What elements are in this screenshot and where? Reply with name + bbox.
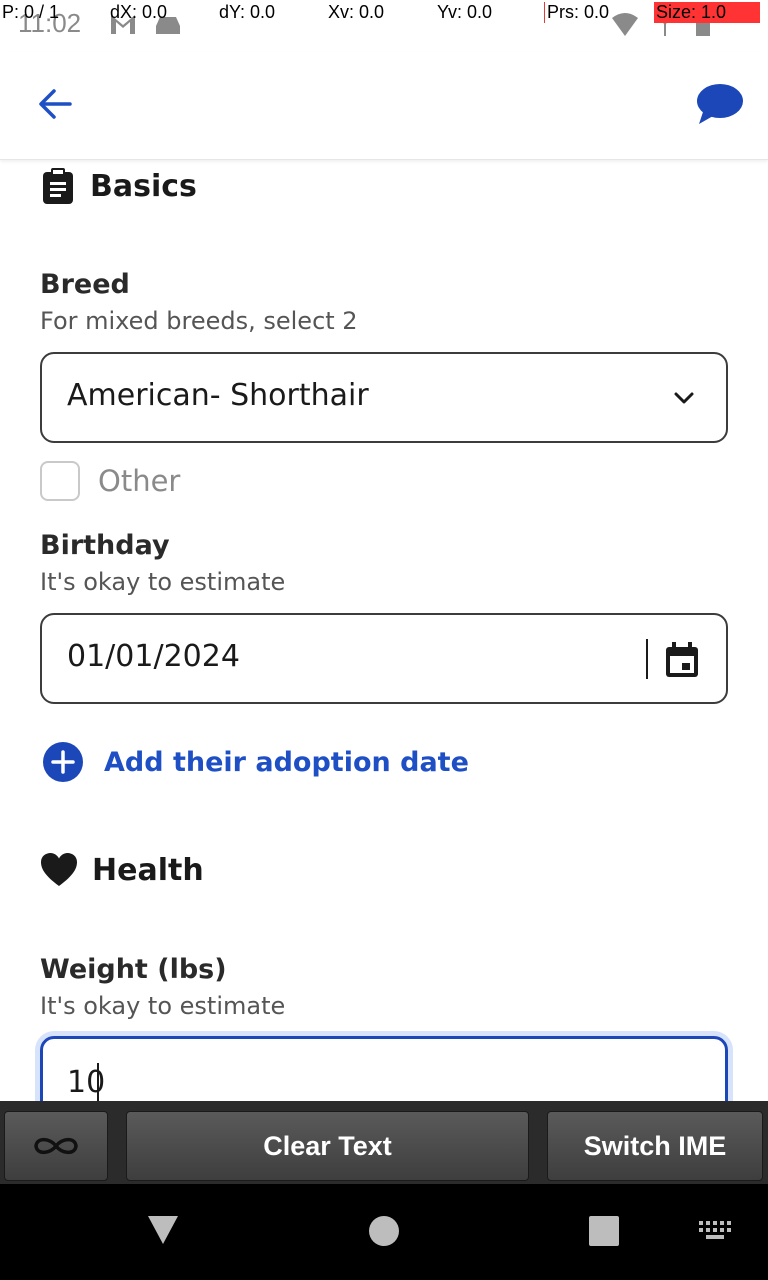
nav-home-icon[interactable] (368, 1215, 400, 1247)
text-caret (97, 1063, 99, 1101)
other-checkbox-label: Other (98, 464, 181, 498)
add-adoption-date-label: Add their adoption date (104, 746, 469, 778)
infinity-icon (34, 1137, 78, 1155)
overlay-size: Size: 1.0 (654, 2, 761, 23)
weight-input[interactable]: 10 (40, 1036, 728, 1101)
back-arrow-icon[interactable] (34, 82, 78, 126)
clear-text-button[interactable]: Clear Text (126, 1111, 529, 1181)
pet-profile-form: Basics Breed For mixed breeds, select 2 … (0, 161, 768, 1101)
birthday-label: Birthday (40, 530, 170, 561)
other-breed-option[interactable]: Other (40, 461, 180, 501)
navigation-bar (0, 1184, 768, 1280)
chevron-down-icon (674, 392, 694, 404)
add-adoption-date-button[interactable]: Add their adoption date (42, 741, 469, 783)
overlay-dx: dX: 0.0 (110, 2, 168, 22)
keyboard-icon[interactable] (698, 1220, 732, 1242)
keyboard-action-bar: Clear Text Switch IME (0, 1101, 768, 1184)
breed-select[interactable]: American- Shorthair (40, 352, 728, 443)
add-circle-icon (43, 742, 83, 782)
switch-ime-button[interactable]: Switch IME (547, 1111, 763, 1181)
heart-icon (41, 853, 77, 886)
chat-icon[interactable] (694, 80, 746, 128)
clipboard-icon (43, 168, 73, 204)
app-bar (0, 52, 768, 160)
date-field-divider (646, 639, 648, 679)
status-bar: 11:02 P: 0 / 1 dX: 0.0 dY: 0.0 Xv: 0.0 Y… (0, 0, 768, 52)
infinity-button[interactable] (4, 1111, 108, 1181)
breed-label: Breed (40, 269, 130, 300)
weight-help-text: It's okay to estimate (40, 992, 286, 1020)
weight-value: 10 (67, 1065, 106, 1100)
weight-label: Weight (lbs) (40, 954, 227, 985)
overlay-xv: Xv: 0.0 (328, 2, 385, 22)
overlay-dy: dY: 0.0 (219, 2, 276, 22)
health-section-header: Health (40, 852, 204, 888)
overlay-prs: Prs: 0.0 (544, 2, 609, 23)
nav-back-icon[interactable] (146, 1214, 180, 1246)
calendar-icon[interactable] (664, 641, 700, 679)
breed-help-text: For mixed breeds, select 2 (40, 307, 358, 335)
pointer-debug-overlay: P: 0 / 1 dX: 0.0 dY: 0.0 Xv: 0.0 Yv: 0.0… (0, 0, 768, 26)
birthday-date-field[interactable]: 01/01/2024 (40, 613, 728, 704)
nav-recents-icon[interactable] (588, 1215, 620, 1247)
birthday-value: 01/01/2024 (67, 639, 240, 674)
overlay-pointer: P: 0 / 1 (2, 2, 60, 22)
breed-selected-value: American- Shorthair (67, 378, 369, 413)
other-checkbox[interactable] (40, 461, 80, 501)
basics-section-header: Basics (40, 167, 197, 205)
overlay-yv: Yv: 0.0 (437, 2, 493, 22)
health-title: Health (92, 852, 204, 888)
birthday-help-text: It's okay to estimate (40, 568, 286, 596)
basics-title: Basics (90, 168, 197, 204)
